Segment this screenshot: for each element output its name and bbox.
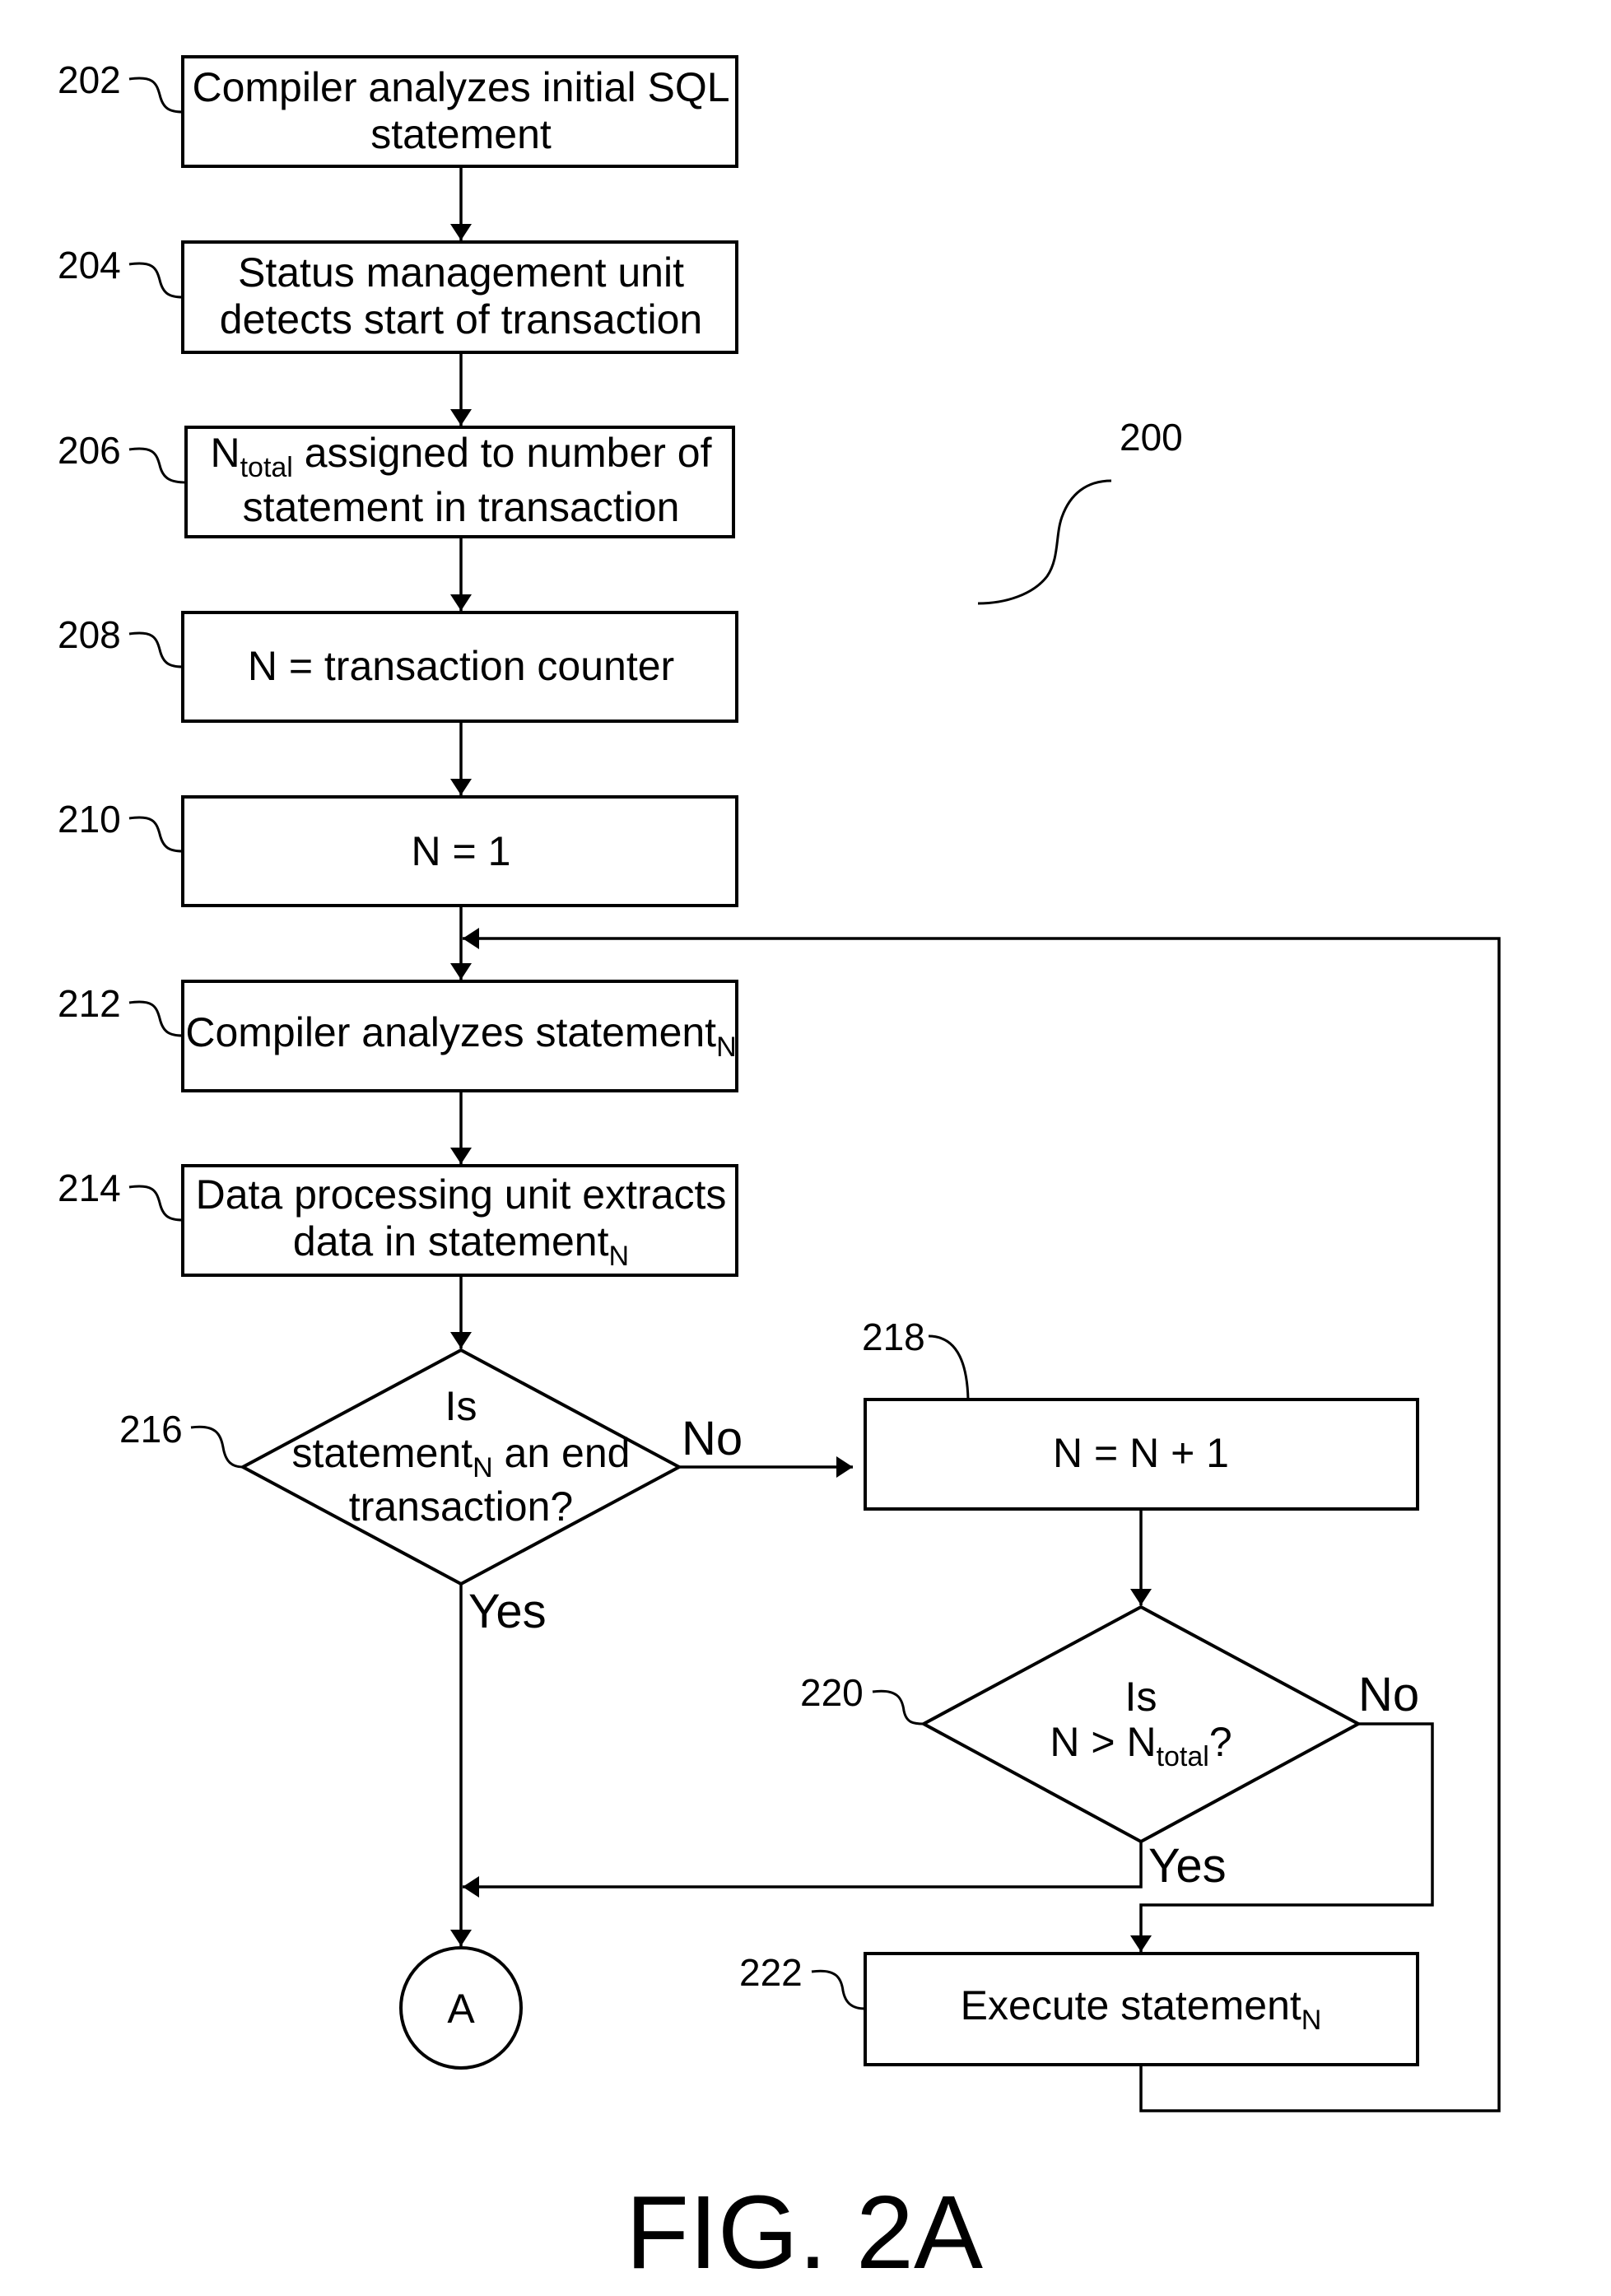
leader-204 <box>128 262 184 299</box>
leader-202 <box>128 77 184 114</box>
label-segment: A <box>447 1986 475 2032</box>
node-texts: Compiler analyzes initial SQL statement S… <box>185 64 1321 2036</box>
leader-220 <box>872 1689 924 1725</box>
label-segment: Is <box>1125 1674 1157 1720</box>
node-208-text: N = transaction counter <box>248 643 674 689</box>
node-212-text: Compiler analyzes statementN <box>185 1009 736 1063</box>
branch-label-220-yes: Yes <box>1148 1839 1227 1893</box>
ref-label-216: 216 <box>119 1408 183 1451</box>
label-segment: statement <box>370 111 552 157</box>
label-segment: statement <box>292 1430 473 1476</box>
label-segment: Compiler analyzes initial SQL <box>192 64 729 110</box>
label-segment: N = N + 1 <box>1053 1430 1229 1476</box>
leader-210 <box>128 816 184 853</box>
subscript: N <box>473 1452 493 1483</box>
label-segment: ? <box>1209 1719 1232 1765</box>
label-segment: an end <box>493 1430 631 1476</box>
label-segment: detects start of transaction <box>220 296 702 342</box>
subscript: N <box>609 1241 630 1272</box>
subscript: total <box>1157 1741 1209 1772</box>
ref-label-202: 202 <box>58 58 121 101</box>
label-segment: assigned to number of <box>293 430 712 476</box>
label-segment: Execute statement <box>961 1982 1301 2028</box>
ref-label-200: 200 <box>1120 416 1183 459</box>
label-segment: N <box>210 430 240 476</box>
label-segment: Compiler analyzes statement <box>185 1009 716 1055</box>
ref-label-206: 206 <box>58 429 121 472</box>
ref-label-208: 208 <box>58 613 121 656</box>
label-segment: N = 1 <box>412 828 511 874</box>
leader-218 <box>928 1334 970 1400</box>
ref-label-220: 220 <box>800 1671 864 1714</box>
node-222-text: Execute statementN <box>961 1982 1322 2036</box>
ref-label-204: 204 <box>58 244 121 286</box>
label-segment: statement in transaction <box>243 484 680 530</box>
label-segment: Data processing unit extracts <box>196 1171 727 1218</box>
edge-220-A-yes <box>463 1842 1143 1898</box>
label-segment: N = transaction counter <box>248 643 674 689</box>
ref-label-212: 212 <box>58 982 121 1025</box>
leader-222 <box>811 1969 866 2010</box>
subscript: N <box>716 1032 737 1063</box>
node-210-text: N = 1 <box>412 828 511 874</box>
ref-label-218: 218 <box>862 1316 925 1358</box>
label-segment: Is <box>445 1383 477 1429</box>
nodes <box>181 55 1419 2070</box>
leader-216 <box>190 1425 244 1469</box>
subscript: total <box>240 452 293 483</box>
label-segment: transaction? <box>349 1483 573 1530</box>
flowchart-200: Compiler analyzes initial SQL statement S… <box>58 55 1501 2290</box>
ref-label-222: 222 <box>739 1951 803 1994</box>
leader-200 <box>977 479 1112 605</box>
node-204-text: Status management unit detects start of t… <box>220 249 702 342</box>
branch-label-216-yes: Yes <box>468 1585 547 1638</box>
edge-222-212-loop <box>463 928 1501 2112</box>
branch-label-220-no: No <box>1358 1668 1419 1721</box>
leader-206 <box>128 447 187 484</box>
branch-label-216-no: No <box>682 1412 743 1465</box>
label-segment: data in statement <box>293 1218 609 1264</box>
leader-212 <box>128 1000 184 1037</box>
label-segment: Status management unit <box>238 249 684 296</box>
label-segment: N > N <box>1050 1719 1156 1765</box>
leader-214 <box>128 1185 184 1222</box>
connector-A-text: A <box>447 1986 475 2032</box>
ref-label-210: 210 <box>58 798 121 841</box>
ref-label-214: 214 <box>58 1167 121 1209</box>
figure-title: FIG. 2A <box>626 2174 983 2290</box>
node-218-text: N = N + 1 <box>1053 1430 1229 1476</box>
subscript: N <box>1301 2005 1322 2036</box>
leader-208 <box>128 631 184 668</box>
